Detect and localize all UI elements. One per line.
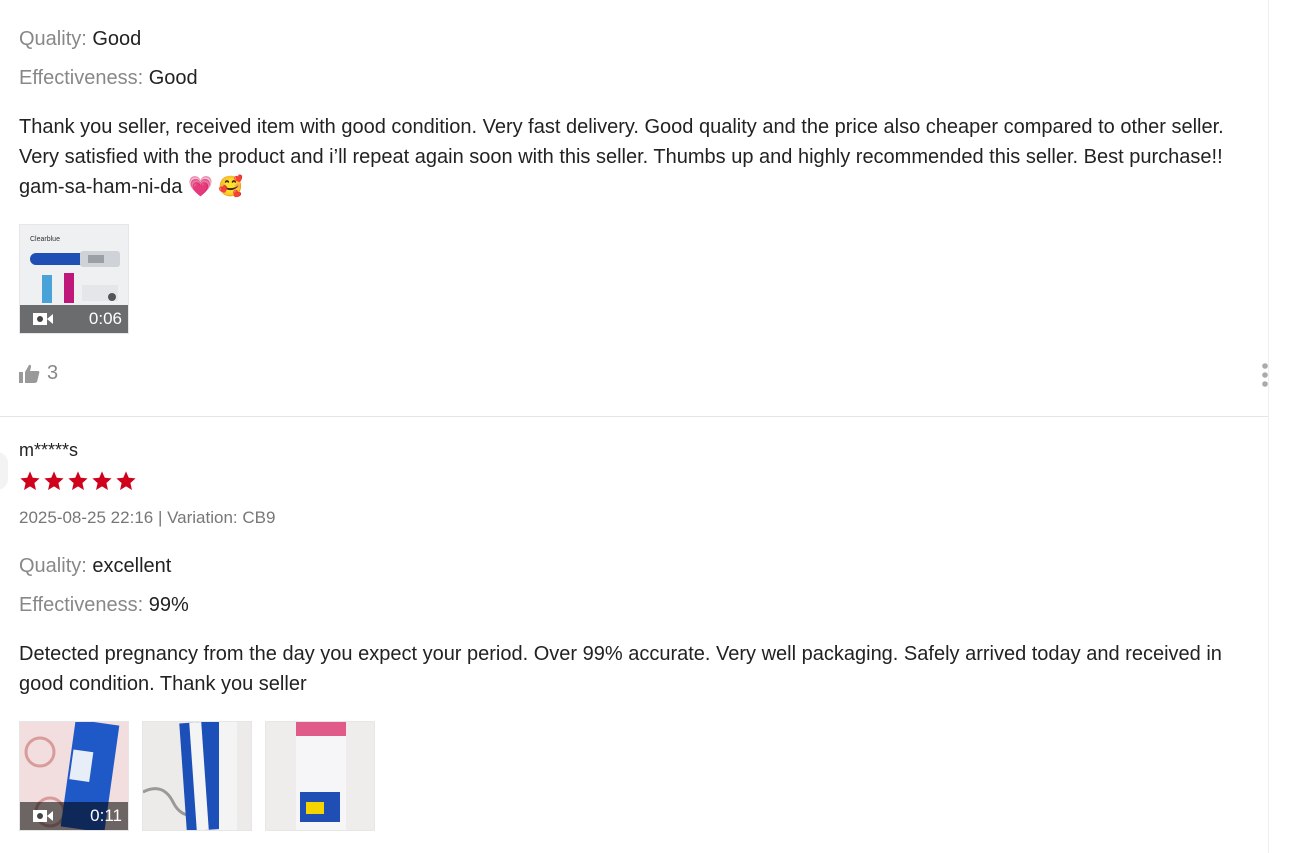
review-meta: 2025-08-25 22:16 | Variation: CB9	[19, 508, 276, 527]
like-button[interactable]: 3	[19, 362, 58, 385]
star-icon	[20, 471, 40, 490]
review-divider	[0, 416, 1268, 417]
effectiveness-value: Good	[148, 67, 198, 89]
video-camera-icon	[33, 810, 53, 822]
avatar	[0, 452, 8, 490]
like-count: 3	[47, 362, 59, 384]
quality-value: Good	[92, 28, 142, 50]
effectiveness-label: Effectiveness:	[19, 594, 144, 616]
effectiveness-row: Effectiveness: 99%	[19, 594, 189, 617]
review-video-thumbnail[interactable]: Clearblue 0:06	[19, 224, 129, 334]
star-icon	[44, 471, 64, 490]
reviews-panel: Quality: Good Effectiveness: Good Thank …	[0, 0, 1269, 853]
quality-value: excellent	[92, 555, 172, 577]
thumbs-up-icon	[19, 364, 40, 383]
quality-row: Quality: excellent	[19, 555, 171, 578]
effectiveness-label: Effectiveness:	[19, 67, 144, 89]
effectiveness-value: 99%	[148, 594, 189, 616]
review-image-thumbnail[interactable]	[142, 721, 252, 831]
video-duration-bar: 0:06	[20, 305, 128, 333]
product-image	[143, 722, 251, 830]
video-duration-bar: 0:11	[20, 802, 128, 830]
more-options-icon[interactable]	[1260, 362, 1270, 388]
review-emoji: 💗 🥰	[187, 176, 244, 198]
review-text: Thank you seller, received item with goo…	[19, 112, 1264, 202]
video-duration: 0:11	[90, 806, 122, 825]
review-video-thumbnail[interactable]: 0:11	[19, 721, 129, 831]
video-camera-icon	[33, 313, 53, 325]
quality-label: Quality:	[19, 555, 87, 577]
review-text: Detected pregnancy from the day you expe…	[19, 643, 1222, 695]
star-icon	[92, 471, 112, 490]
star-icon	[116, 471, 136, 490]
star-rating	[19, 470, 137, 492]
quality-row: Quality: Good	[19, 28, 141, 51]
effectiveness-row: Effectiveness: Good	[19, 67, 198, 90]
reviewer-username: m*****s	[19, 440, 79, 460]
review-image-thumbnail[interactable]	[265, 721, 375, 831]
star-icon	[68, 471, 88, 490]
video-duration: 0:06	[88, 309, 122, 328]
thumb-brand-text: Clearblue	[30, 236, 60, 243]
quality-label: Quality:	[19, 28, 87, 50]
product-image	[266, 722, 374, 830]
